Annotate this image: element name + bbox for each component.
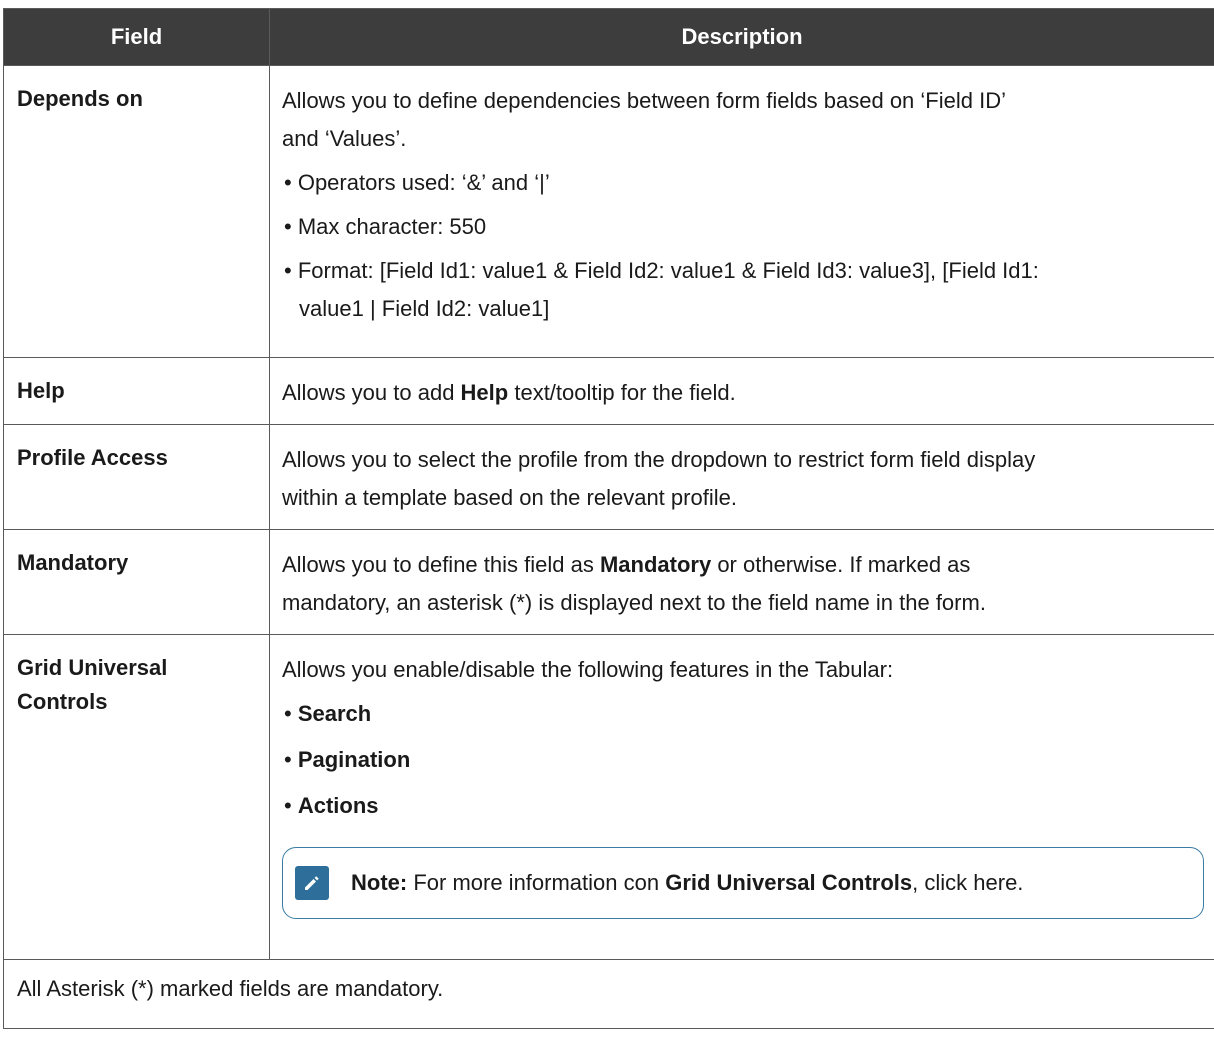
table-row: Profile Access Allows you to select the …	[3, 424, 1214, 530]
header-description: Description	[269, 8, 1214, 66]
table-footer-row: All Asterisk (*) marked fields are manda…	[3, 959, 1214, 1029]
table-row: Grid Universal Controls Allows you enabl…	[3, 634, 1214, 960]
list-item: • Actions	[284, 793, 379, 818]
field-description: Allows you to add Help text/tooltip for …	[269, 357, 1214, 425]
footer-note: All Asterisk (*) marked fields are manda…	[3, 959, 1214, 1029]
note-text: Note: For more information con Grid Univ…	[351, 870, 1024, 895]
description-line: within a template based on the relevant …	[282, 485, 737, 510]
field-description: Allows you to define this field as Manda…	[269, 529, 1214, 635]
description-line: Allows you enable/disable the following …	[282, 657, 894, 682]
list-item-continuation: value1 | Field Id2: value1]	[299, 296, 550, 321]
note-callout: Note: For more information con Grid Univ…	[282, 847, 1204, 919]
table-row: Mandatory Allows you to define this fiel…	[3, 529, 1214, 635]
table-row: Help Allows you to add Help text/tooltip…	[3, 357, 1214, 425]
field-name: Help	[3, 357, 270, 425]
description-line: Allows you to select the profile from th…	[282, 447, 1036, 472]
list-item: • Format: [Field Id1: value1 & Field Id2…	[284, 258, 1039, 283]
description-line: Allows you to define this field as Manda…	[282, 552, 971, 577]
header-field: Field	[3, 8, 270, 66]
field-description: Allows you to define dependencies betwee…	[269, 65, 1214, 358]
pencil-edit-icon	[295, 866, 329, 900]
table-header-row: Field Description	[3, 8, 1214, 66]
list-item: • Pagination	[284, 747, 411, 772]
list-item: • Operators used: ‘&’ and ‘|’	[284, 170, 550, 195]
field-description: Allows you to select the profile from th…	[269, 424, 1214, 530]
description-line: and ‘Values’.	[282, 126, 407, 151]
field-description: Allows you enable/disable the following …	[269, 634, 1214, 960]
description-line: Allows you to define dependencies betwee…	[282, 88, 1006, 113]
field-name: Depends on	[3, 65, 270, 358]
field-name: Mandatory	[3, 529, 270, 635]
description-line: mandatory, an asterisk (*) is displayed …	[282, 590, 986, 615]
list-item: • Search	[284, 701, 372, 726]
list-item: • Max character: 550	[284, 214, 487, 239]
fields-table: Field Description Depends on Allows you …	[3, 8, 1214, 1029]
table-row: Depends on Allows you to define dependen…	[3, 65, 1214, 358]
field-name: Profile Access	[3, 424, 270, 530]
field-name: Grid Universal Controls	[3, 634, 270, 960]
